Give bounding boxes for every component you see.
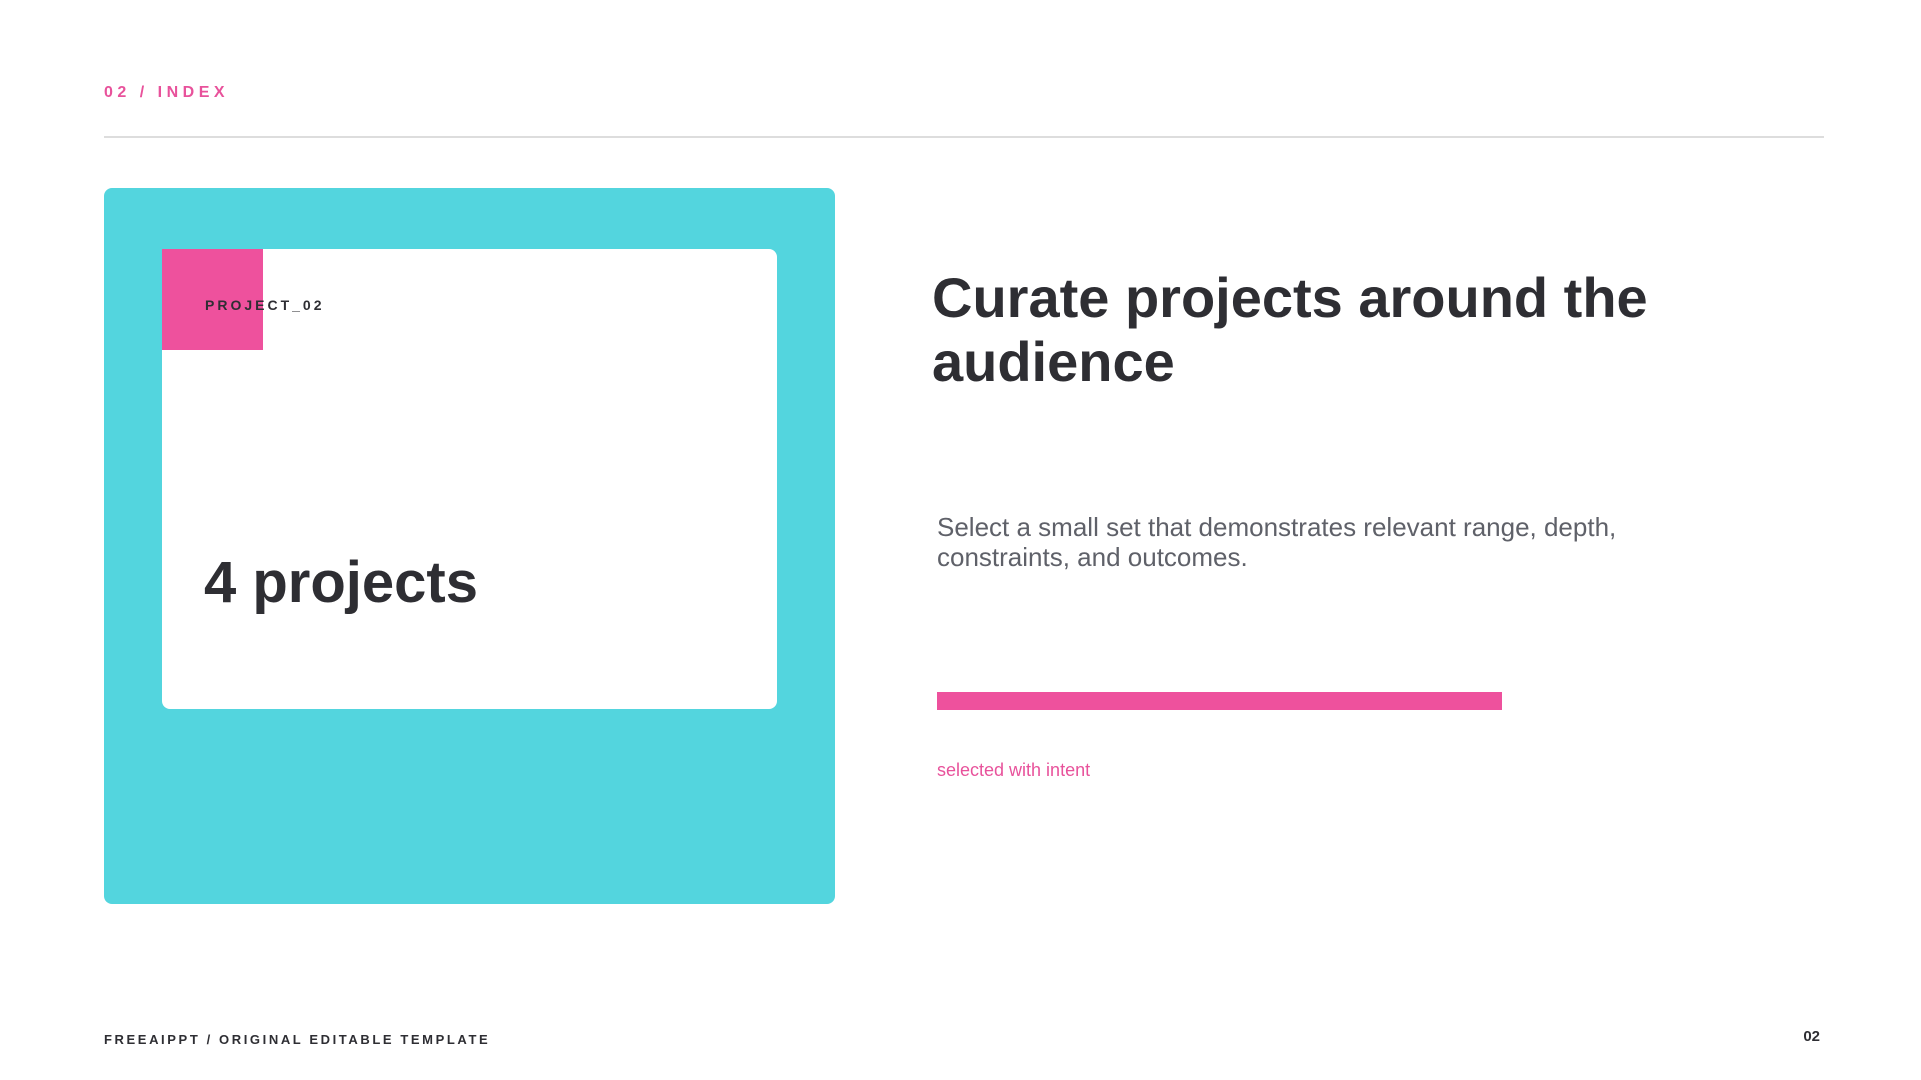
card-metric: 4 projects xyxy=(204,550,478,615)
footer-credit: FREEAIPPT / ORIGINAL EDITABLE TEMPLATE xyxy=(104,1032,491,1047)
accent-caption: selected with intent xyxy=(937,760,1091,780)
slide-title: Curate projects around the audience xyxy=(932,266,1648,393)
card-tag: PROJECT_02 xyxy=(205,297,325,313)
header-divider xyxy=(104,136,1824,138)
accent-bar xyxy=(937,692,1502,710)
section-label: 02 / INDEX xyxy=(104,84,230,101)
slide: 02 / INDEX PROJECT_02 4 projects Curate … xyxy=(0,0,1921,1080)
page-number: 02 xyxy=(1803,1028,1820,1045)
body-text: Select a small set that demonstrates rel… xyxy=(937,512,1617,572)
